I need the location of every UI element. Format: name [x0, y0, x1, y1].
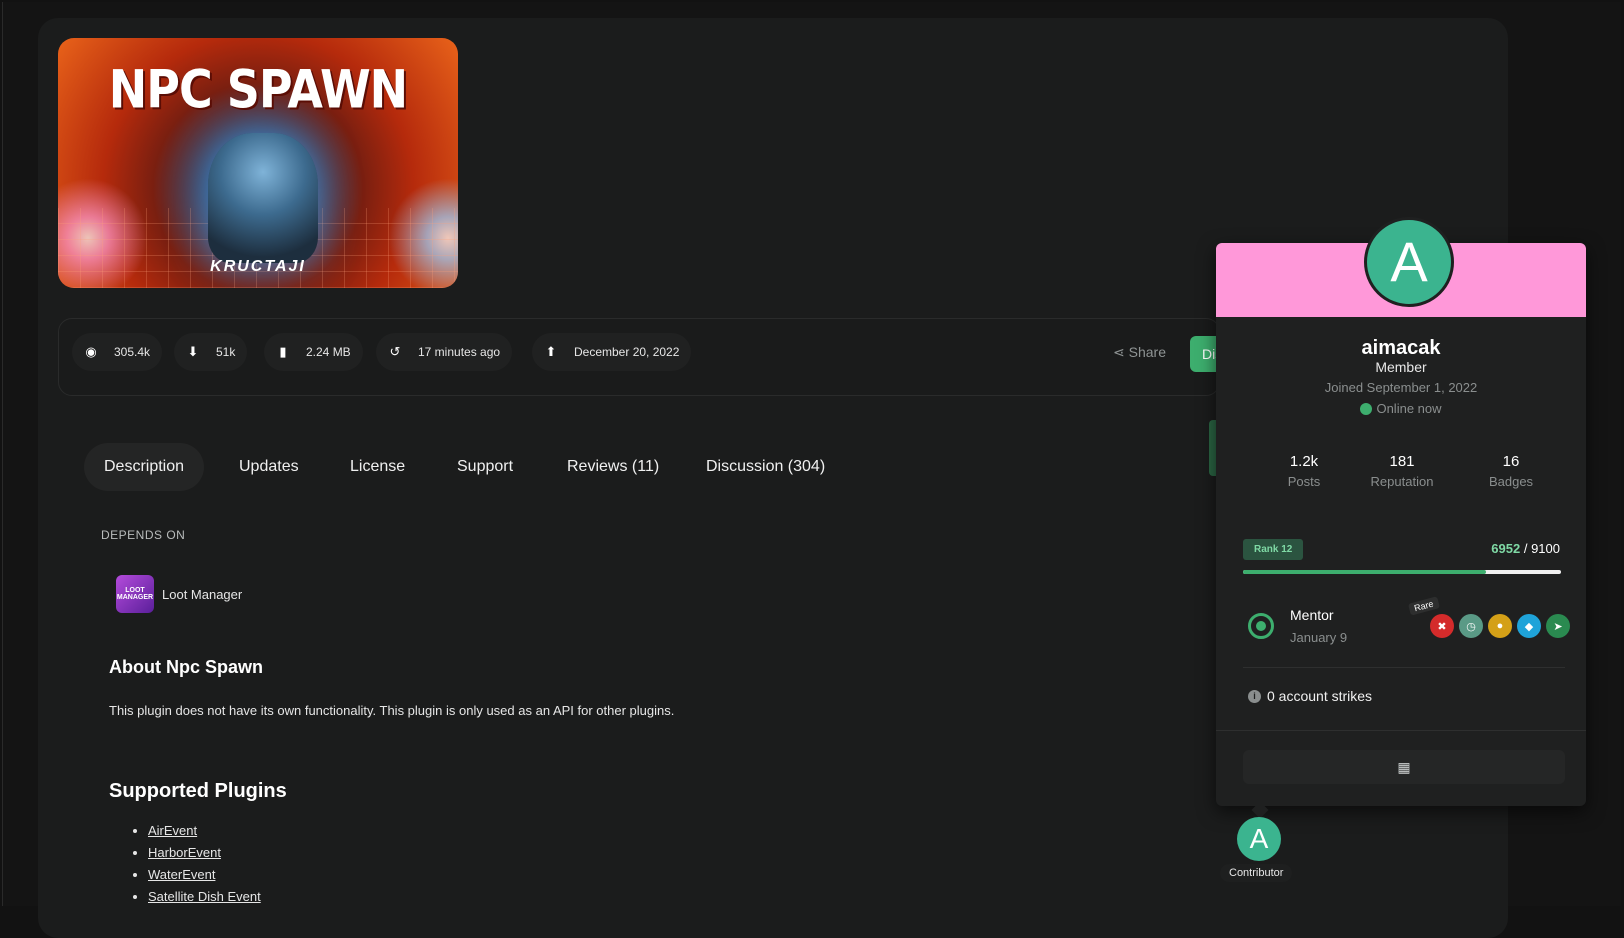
tab-updates[interactable]: Updates [219, 443, 319, 491]
clock-badge-icon[interactable]: ◷ [1459, 614, 1483, 638]
banner-subtitle: KRUCTAJI [210, 258, 306, 275]
hazmat-figure [208, 133, 318, 263]
history-icon: ↺ [389, 344, 401, 359]
depends-on-heading: DEPENDS ON [101, 528, 186, 542]
about-text: This plugin does not have its own functi… [109, 703, 675, 718]
list-item: HarborEvent [148, 842, 261, 864]
tab-discussion[interactable]: Discussion (304) [686, 443, 845, 491]
stat-updated-value: 17 minutes ago [418, 345, 501, 359]
contributor-avatar[interactable]: A [1237, 817, 1281, 861]
tab-support[interactable]: Support [437, 443, 533, 491]
supported-plugins-heading: Supported Plugins [109, 780, 287, 802]
share-button[interactable]: ⋖ Share [1113, 344, 1166, 361]
profile-popover-card [1216, 243, 1586, 806]
download-icon: ⬇ [187, 344, 199, 359]
share-icon: ⋖ [1113, 344, 1125, 360]
metric-posts[interactable]: 1.2k Posts [1254, 453, 1354, 489]
divider [1243, 667, 1565, 668]
featured-badge-date: January 9 [1290, 630, 1348, 645]
dependency-link[interactable]: LOOT MANAGER Loot Manager [116, 575, 242, 613]
stat-released: ⬆ December 20, 2022 [532, 333, 692, 371]
tab-license[interactable]: License [330, 443, 425, 491]
profile-online-status: Online now [1216, 401, 1586, 416]
plugin-banner-image: NPC SPAWN KRUCTAJI [58, 38, 458, 288]
info-icon: i [1248, 689, 1261, 703]
tab-description[interactable]: Description [84, 443, 205, 491]
send-badge-icon[interactable]: ➤ [1546, 614, 1570, 638]
calendar-button[interactable]: ▦ [1243, 750, 1565, 784]
dependency-name: Loot Manager [162, 586, 243, 602]
upload-icon: ⬆ [545, 344, 557, 359]
mentor-badge-icon [1248, 613, 1274, 639]
supported-plugins-list: AirEvent HarborEvent WaterEvent Satellit… [130, 820, 261, 908]
file-icon: ▮ [279, 344, 287, 359]
divider [1216, 730, 1586, 731]
eye-icon: ◉ [85, 344, 97, 359]
xp-readout: 6952 / 9100 [1491, 541, 1560, 556]
metric-reputation[interactable]: 181 Reputation [1352, 453, 1452, 489]
xp-progress-bar [1243, 570, 1561, 574]
calendar-icon: ▦ [1397, 759, 1411, 775]
stat-filesize: ▮ 2.24 MB [264, 333, 363, 371]
account-strikes: i 0 account strikes [1248, 688, 1372, 704]
list-item: WaterEvent [148, 864, 261, 886]
plugin-link[interactable]: Satellite Dish Event [148, 889, 261, 904]
profile-role: Member [1375, 359, 1427, 375]
stat-updated: ↺ 17 minutes ago [376, 333, 513, 371]
stat-released-value: December 20, 2022 [574, 345, 680, 359]
stat-views: ◉ 305.4k [72, 333, 163, 371]
profile-username[interactable]: aimacak [1216, 337, 1586, 360]
stat-filesize-value: 2.24 MB [306, 345, 351, 359]
rare-red-badge-icon[interactable]: ✖ [1430, 614, 1454, 638]
list-item: Satellite Dish Event [148, 886, 261, 908]
plugin-link[interactable]: HarborEvent [148, 845, 221, 860]
profile-joined: Joined September 1, 2022 [1324, 380, 1478, 395]
tab-reviews[interactable]: Reviews (11) [547, 443, 679, 491]
xp-progress-fill [1243, 570, 1486, 574]
list-item: AirEvent [148, 820, 261, 842]
chat-badge-icon[interactable]: ● [1488, 614, 1512, 638]
profile-avatar[interactable]: A [1364, 217, 1454, 307]
diamond-badge-icon[interactable]: ◆ [1517, 614, 1541, 638]
stat-views-value: 305.4k [114, 345, 151, 359]
featured-badge-title: Mentor [1290, 607, 1334, 623]
stat-downloads-value: 51k [216, 345, 236, 359]
contributor-label: Contributor [1220, 864, 1293, 882]
about-heading: About Npc Spawn [109, 657, 263, 677]
loot-manager-thumbnail: LOOT MANAGER [116, 575, 154, 613]
plugin-link[interactable]: WaterEvent [148, 867, 215, 882]
stat-downloads: ⬇ 51k [174, 333, 248, 371]
rank-badge: Rank 12 [1243, 539, 1304, 560]
plugin-link[interactable]: AirEvent [148, 823, 197, 838]
metric-badges[interactable]: 16 Badges [1461, 453, 1561, 489]
banner-title: NPC SPAWN [108, 57, 408, 121]
online-dot-icon [1360, 403, 1373, 415]
